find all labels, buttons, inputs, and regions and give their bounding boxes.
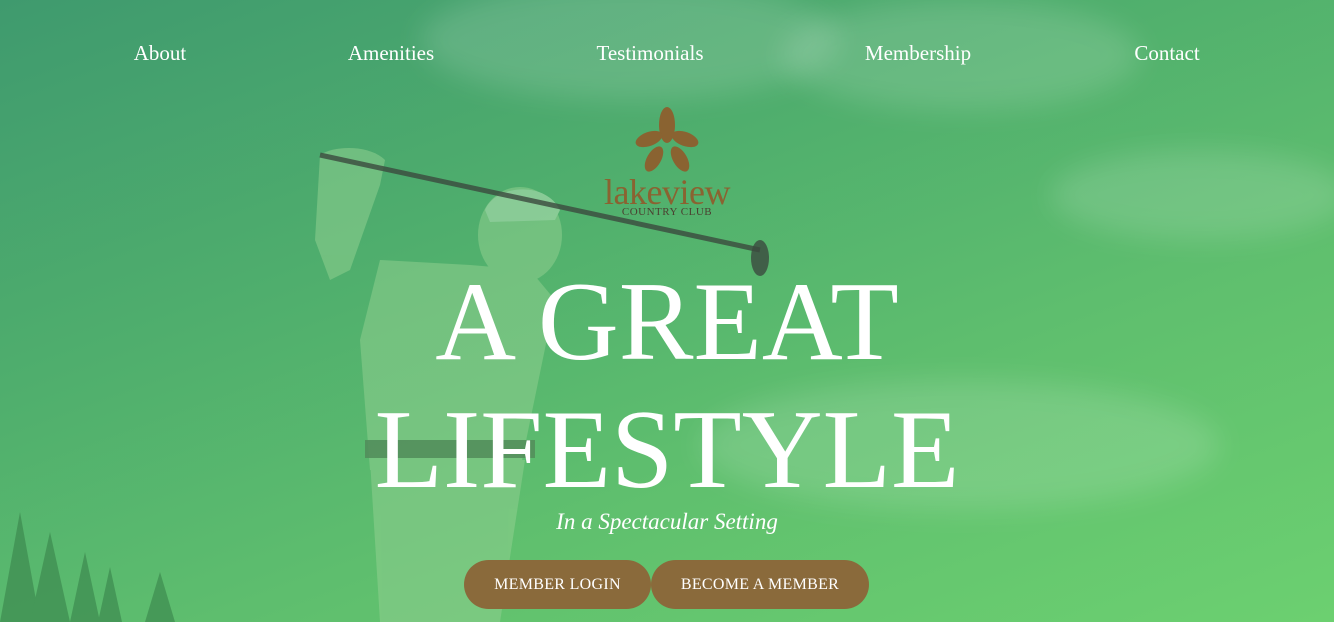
- cloud-shape: [1050, 150, 1334, 240]
- nav-item-about[interactable]: About: [134, 40, 187, 66]
- headline-line-1: A GREAT: [435, 260, 899, 384]
- nav-item-testimonials[interactable]: Testimonials: [596, 40, 703, 66]
- hero-tagline: In a Spectacular Setting: [556, 509, 778, 534]
- flower-icon: [635, 107, 699, 172]
- nav-item-contact[interactable]: Contact: [1134, 40, 1199, 66]
- member-login-button[interactable]: MEMBER LOGIN: [464, 560, 651, 609]
- hero-headline: A GREAT LIFESTYLE: [0, 258, 1334, 514]
- logo[interactable]: lakeview COUNTRY CLUB: [600, 105, 734, 230]
- headline-line-2: LIFESTYLE: [374, 388, 960, 512]
- logo-name: lakeview: [604, 172, 730, 212]
- become-member-button[interactable]: BECOME A MEMBER: [651, 560, 869, 609]
- nav-item-membership[interactable]: Membership: [865, 40, 971, 66]
- nav-item-amenities[interactable]: Amenities: [348, 40, 434, 66]
- main-nav: About Amenities Testimonials Membership …: [0, 40, 1334, 68]
